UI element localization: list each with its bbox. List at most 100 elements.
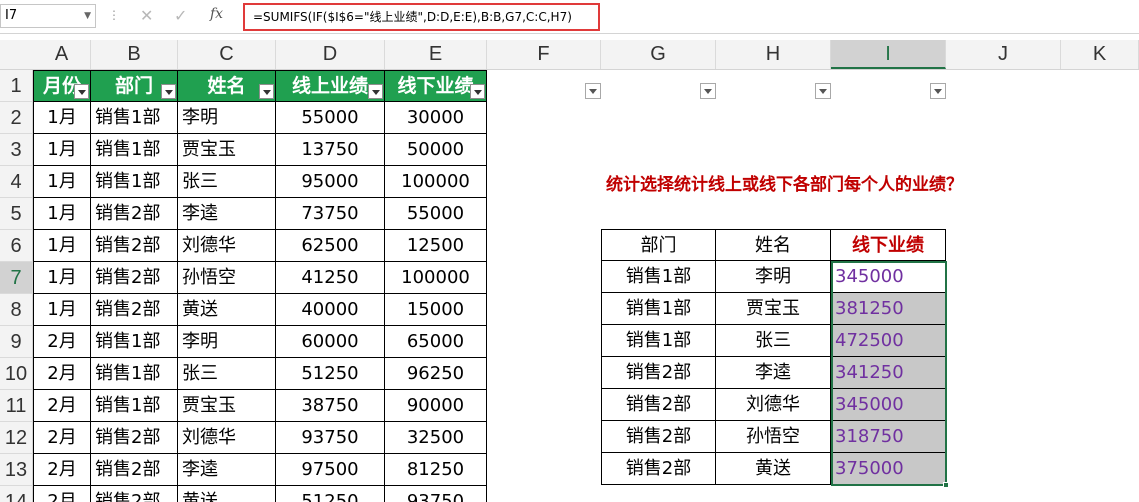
table-cell[interactable]: 李逵 [178, 454, 276, 486]
row-header-1[interactable]: 1 [0, 70, 33, 102]
table-cell[interactable]: 95000 [276, 166, 385, 198]
row-header-9[interactable]: 9 [0, 326, 33, 358]
summary-cell[interactable]: 黄送 [716, 453, 831, 485]
table-cell[interactable]: 60000 [276, 326, 385, 358]
table-cell[interactable]: 93750 [276, 422, 385, 454]
filter-dropdown-icon[interactable] [930, 83, 946, 99]
column-header-d[interactable]: D [276, 40, 385, 69]
table-cell[interactable]: 55000 [385, 198, 487, 230]
row-header-8[interactable]: 8 [0, 294, 33, 326]
column-header-h[interactable]: H [716, 40, 831, 69]
column-header-f[interactable]: F [487, 40, 601, 69]
table-cell[interactable]: 51250 [276, 358, 385, 390]
column-header-k[interactable]: K [1061, 40, 1139, 69]
summary-cell[interactable]: 销售2部 [601, 421, 716, 453]
table-cell[interactable]: 41250 [276, 262, 385, 294]
table-cell[interactable]: 30000 [385, 102, 487, 134]
column-header-j[interactable]: J [946, 40, 1061, 69]
column-header-g[interactable]: G [601, 40, 716, 69]
table-cell[interactable]: 贾宝玉 [178, 390, 276, 422]
table-cell[interactable]: 销售1部 [91, 326, 178, 358]
table-cell[interactable]: 55000 [276, 102, 385, 134]
summary-value-cell[interactable]: 345000 [831, 389, 946, 421]
table-cell[interactable]: 销售2部 [91, 486, 178, 502]
table-cell[interactable]: 1月 [33, 134, 91, 166]
table-cell[interactable]: 2月 [33, 358, 91, 390]
filter-dropdown-icon[interactable] [161, 84, 176, 99]
table-cell[interactable]: 90000 [385, 390, 487, 422]
table-cell[interactable]: 65000 [385, 326, 487, 358]
table-cell[interactable]: 51250 [276, 486, 385, 502]
table-cell[interactable]: 李明 [178, 326, 276, 358]
table-cell[interactable]: 81250 [385, 454, 487, 486]
summary-cell[interactable]: 刘德华 [716, 389, 831, 421]
table-cell[interactable]: 12500 [385, 230, 487, 262]
table-cell[interactable]: 1月 [33, 102, 91, 134]
table-cell[interactable]: 销售2部 [91, 294, 178, 326]
table-cell[interactable]: 销售2部 [91, 422, 178, 454]
chevron-down-icon[interactable]: ▼ [84, 5, 91, 27]
row-header-7[interactable]: 7 [0, 262, 33, 294]
filter-dropdown-icon[interactable] [700, 83, 716, 99]
row-header-13[interactable]: 13 [0, 454, 33, 486]
table-cell[interactable]: 销售1部 [91, 166, 178, 198]
table-cell[interactable]: 销售2部 [91, 454, 178, 486]
table-cell[interactable]: 销售1部 [91, 358, 178, 390]
fill-handle[interactable] [943, 482, 949, 488]
summary-value-cell[interactable]: 345000 [831, 261, 946, 293]
table-cell[interactable]: 1月 [33, 230, 91, 262]
table-cell[interactable]: 40000 [276, 294, 385, 326]
table-cell[interactable]: 73750 [276, 198, 385, 230]
insert-function-icon[interactable]: fx [210, 6, 223, 22]
summary-value-cell[interactable]: 472500 [831, 325, 946, 357]
column-header-b[interactable]: B [91, 40, 178, 69]
table-cell[interactable]: 销售1部 [91, 102, 178, 134]
table-cell[interactable]: 1月 [33, 198, 91, 230]
row-header-3[interactable]: 3 [0, 134, 33, 166]
summary-cell[interactable]: 销售2部 [601, 389, 716, 421]
column-header-i[interactable]: I [831, 40, 946, 69]
check-icon[interactable]: ✓ [174, 6, 187, 25]
cancel-icon[interactable]: ✕ [140, 6, 153, 25]
table-cell[interactable]: 93750 [385, 486, 487, 502]
table-cell[interactable]: 62500 [276, 230, 385, 262]
summary-value-cell[interactable]: 318750 [831, 421, 946, 453]
table-cell[interactable]: 1月 [33, 262, 91, 294]
row-header-12[interactable]: 12 [0, 422, 33, 454]
filter-dropdown-icon[interactable] [74, 84, 89, 99]
summary-header-cell[interactable]: 线下业绩 [831, 229, 946, 261]
row-header-11[interactable]: 11 [0, 390, 33, 422]
column-header-c[interactable]: C [178, 40, 276, 69]
summary-cell[interactable]: 销售2部 [601, 357, 716, 389]
filter-dropdown-icon[interactable] [470, 84, 485, 99]
table-cell[interactable]: 贾宝玉 [178, 134, 276, 166]
table-cell[interactable]: 50000 [385, 134, 487, 166]
table-cell[interactable]: 2月 [33, 326, 91, 358]
table-cell[interactable]: 李明 [178, 102, 276, 134]
table-cell[interactable]: 2月 [33, 486, 91, 502]
summary-cell[interactable]: 李逵 [716, 357, 831, 389]
table-cell[interactable]: 孙悟空 [178, 262, 276, 294]
table-cell[interactable]: 销售1部 [91, 390, 178, 422]
table-cell[interactable]: 销售2部 [91, 230, 178, 262]
row-header-5[interactable]: 5 [0, 198, 33, 230]
table-cell[interactable]: 32500 [385, 422, 487, 454]
summary-cell[interactable]: 李明 [716, 261, 831, 293]
table-cell[interactable]: 38750 [276, 390, 385, 422]
table-cell[interactable]: 刘德华 [178, 422, 276, 454]
filter-dropdown-icon[interactable] [368, 84, 383, 99]
row-header-10[interactable]: 10 [0, 358, 33, 390]
table-cell[interactable]: 李逵 [178, 198, 276, 230]
table-cell[interactable]: 黄送 [178, 294, 276, 326]
column-header-e[interactable]: E [385, 40, 487, 69]
formula-input[interactable]: =SUMIFS(IF($I$6="线上业绩",D:D,E:E),B:B,G7,C… [243, 3, 600, 31]
table-cell[interactable]: 张三 [178, 166, 276, 198]
filter-dropdown-icon[interactable] [259, 84, 274, 99]
table-cell[interactable]: 15000 [385, 294, 487, 326]
table-cell[interactable]: 96250 [385, 358, 487, 390]
table-cell[interactable]: 销售2部 [91, 262, 178, 294]
filter-dropdown-icon[interactable] [815, 83, 831, 99]
summary-value-cell[interactable]: 375000 [831, 453, 946, 485]
table-cell[interactable]: 100000 [385, 262, 487, 294]
table-cell[interactable]: 13750 [276, 134, 385, 166]
